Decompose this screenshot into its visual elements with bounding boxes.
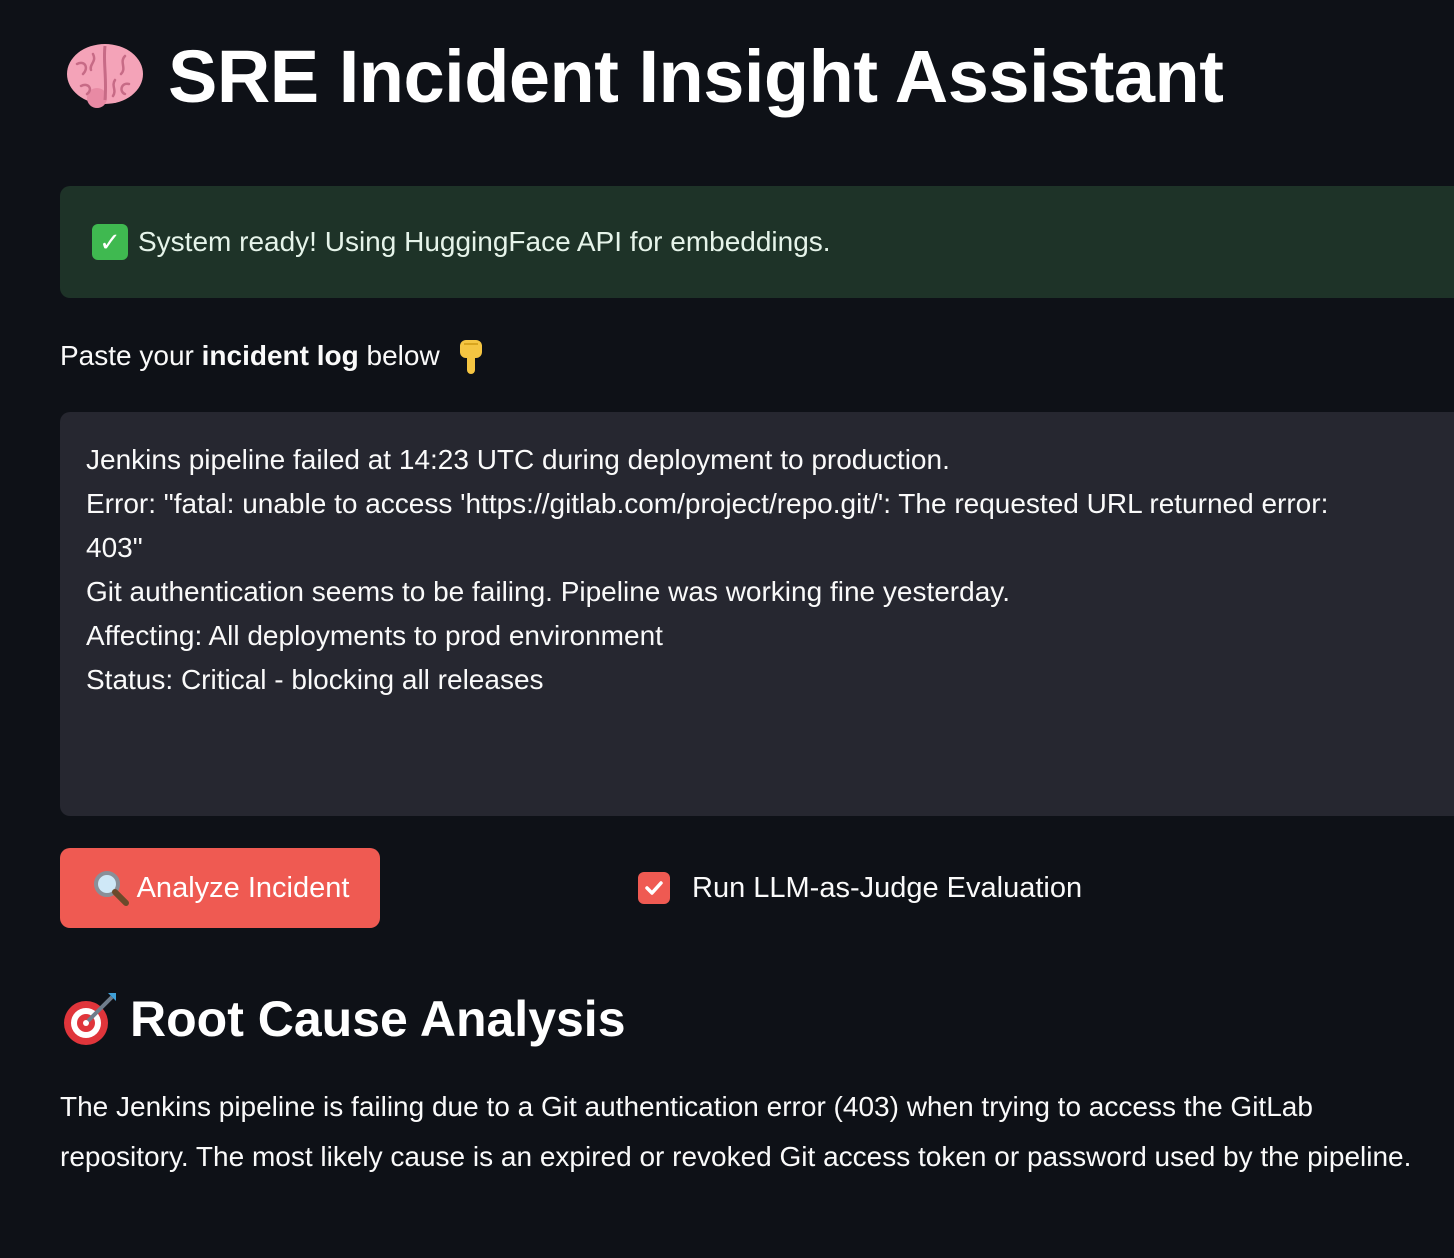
- checkmark-icon: [645, 881, 663, 895]
- check-mark-icon: ✓: [92, 224, 128, 260]
- llm-judge-label: Run LLM-as-Judge Evaluation: [692, 871, 1083, 904]
- page-title-text: SRE Incident Insight Assistant: [168, 34, 1224, 118]
- analyze-incident-label: Analyze Incident: [136, 871, 350, 904]
- llm-judge-checkbox[interactable]: [638, 872, 670, 904]
- pointing-down-hand-icon: [456, 336, 486, 376]
- status-alert: ✓ System ready! Using HuggingFace API fo…: [60, 186, 1454, 298]
- bullseye-target-icon: [60, 989, 120, 1049]
- input-label-prefix: Paste your: [60, 340, 202, 371]
- root-cause-text: The Jenkins pipeline is failing due to a…: [60, 1091, 1412, 1172]
- input-label: Paste your incident log below: [60, 332, 486, 380]
- input-label-suffix: below: [358, 340, 440, 371]
- page-title: SRE Incident Insight Assistant: [60, 28, 1224, 124]
- llm-judge-checkbox-row[interactable]: Run LLM-as-Judge Evaluation: [638, 864, 1082, 912]
- analyze-incident-button[interactable]: Analyze Incident: [60, 848, 380, 928]
- brain-icon: [60, 31, 150, 121]
- magnifying-glass-icon: [91, 868, 131, 908]
- incident-log-textarea[interactable]: Jenkins pipeline failed at 14:23 UTC dur…: [60, 412, 1454, 816]
- root-cause-heading: Root Cause Analysis: [60, 986, 626, 1052]
- app-page: SRE Incident Insight Assistant ✓ System …: [0, 0, 1454, 1258]
- input-label-bold: incident log: [201, 340, 359, 371]
- root-cause-heading-text: Root Cause Analysis: [130, 991, 626, 1047]
- status-alert-text: System ready! Using HuggingFace API for …: [138, 226, 831, 257]
